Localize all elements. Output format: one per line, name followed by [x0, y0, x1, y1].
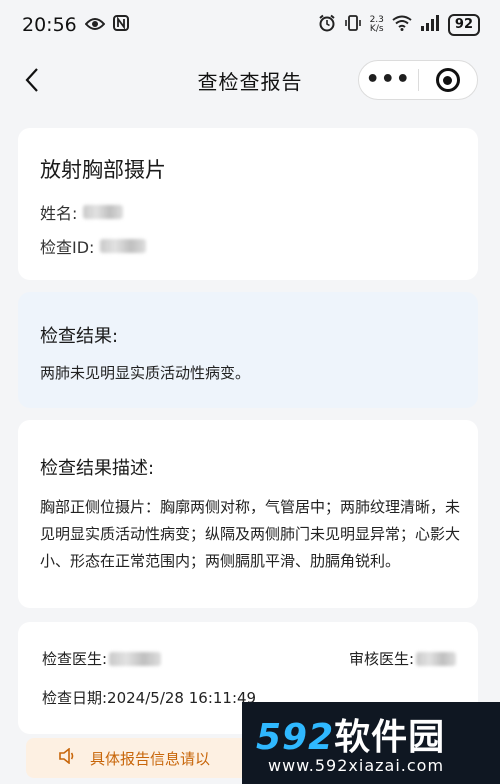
- more-button[interactable]: •••: [359, 61, 418, 99]
- nfc-icon: [112, 15, 129, 35]
- speaker-icon: [58, 747, 76, 768]
- redacted-exam-id: [100, 239, 147, 253]
- mini-program-capsule: •••: [358, 60, 478, 100]
- redacted-name: [83, 205, 124, 219]
- exam-result-title: 检查结果:: [40, 326, 119, 347]
- exam-result-text: 两肺未见明显实质活动性病变。: [40, 364, 251, 382]
- wifi-icon: [392, 15, 412, 35]
- review-doctor: 审核医生:: [349, 648, 456, 669]
- notice-text: 具体报告信息请以: [90, 749, 211, 768]
- redacted-exam-doctor: [109, 651, 162, 666]
- network-speed: 2.3 K/s: [370, 16, 384, 34]
- exam-description-text: 胸部正侧位摄片：胸廓两侧对称，气管居中；两肺纹理清晰，未见明显实质活动性病变；纵…: [40, 498, 461, 570]
- patient-name-row: 姓名:: [40, 200, 478, 224]
- net-speed-unit: K/s: [369, 24, 384, 34]
- battery-indicator: 92: [447, 14, 480, 36]
- page-title: 查检查报告: [197, 69, 303, 94]
- patient-info-card: 放射胸部摄片 姓名: 检查ID:: [18, 128, 478, 280]
- status-left: 20:56: [22, 14, 129, 36]
- exam-id-row: 检查ID:: [40, 234, 478, 258]
- watermark-text: 软件园: [334, 717, 446, 758]
- vibrate-icon: [344, 14, 362, 36]
- alarm-icon: [318, 14, 336, 36]
- status-right: 2.3 K/s 92: [318, 14, 480, 36]
- watermark-number: 592: [256, 717, 335, 758]
- chevron-left-icon: [25, 68, 38, 92]
- nav-bar: 查检查报告 •••: [0, 50, 500, 110]
- review-doctor-label: 审核医生:: [348, 650, 414, 668]
- watermark-logo: 592软件园 www.592xiazai.com: [242, 702, 500, 784]
- back-button[interactable]: [14, 62, 50, 98]
- exam-description-title: 检查结果描述:: [40, 458, 155, 479]
- watermark-url: www.592xiazai.com: [268, 756, 445, 775]
- status-time: 20:56: [22, 14, 77, 36]
- watermark-title: 592软件园: [256, 708, 445, 760]
- exam-id-label: 检查ID:: [40, 238, 95, 257]
- exam-doctor-label: 检查医生:: [42, 650, 108, 668]
- patient-name-label: 姓名:: [40, 204, 78, 223]
- eye-icon: [84, 16, 106, 35]
- signal-icon: [420, 15, 440, 35]
- exam-type-title: 放射胸部摄片: [40, 158, 166, 182]
- more-dots-icon: •••: [365, 67, 411, 92]
- close-mini-program-button[interactable]: [419, 61, 478, 99]
- status-bar: 20:56 2.3 K/s 92: [0, 0, 500, 50]
- doctor-row: 检查医生: 审核医生:: [42, 648, 456, 669]
- exam-date: 检查日期:2024/5/28 16:11:49: [42, 689, 257, 707]
- redacted-review-doctor: [416, 651, 456, 666]
- exam-doctor: 检查医生:: [42, 648, 162, 669]
- exam-result-card: 检查结果: 两肺未见明显实质活动性病变。: [18, 292, 478, 408]
- target-icon: [435, 68, 460, 92]
- exam-description-card: 检查结果描述: 胸部正侧位摄片：胸廓两侧对称，气管居中；两肺纹理清晰，未见明显实…: [18, 420, 478, 608]
